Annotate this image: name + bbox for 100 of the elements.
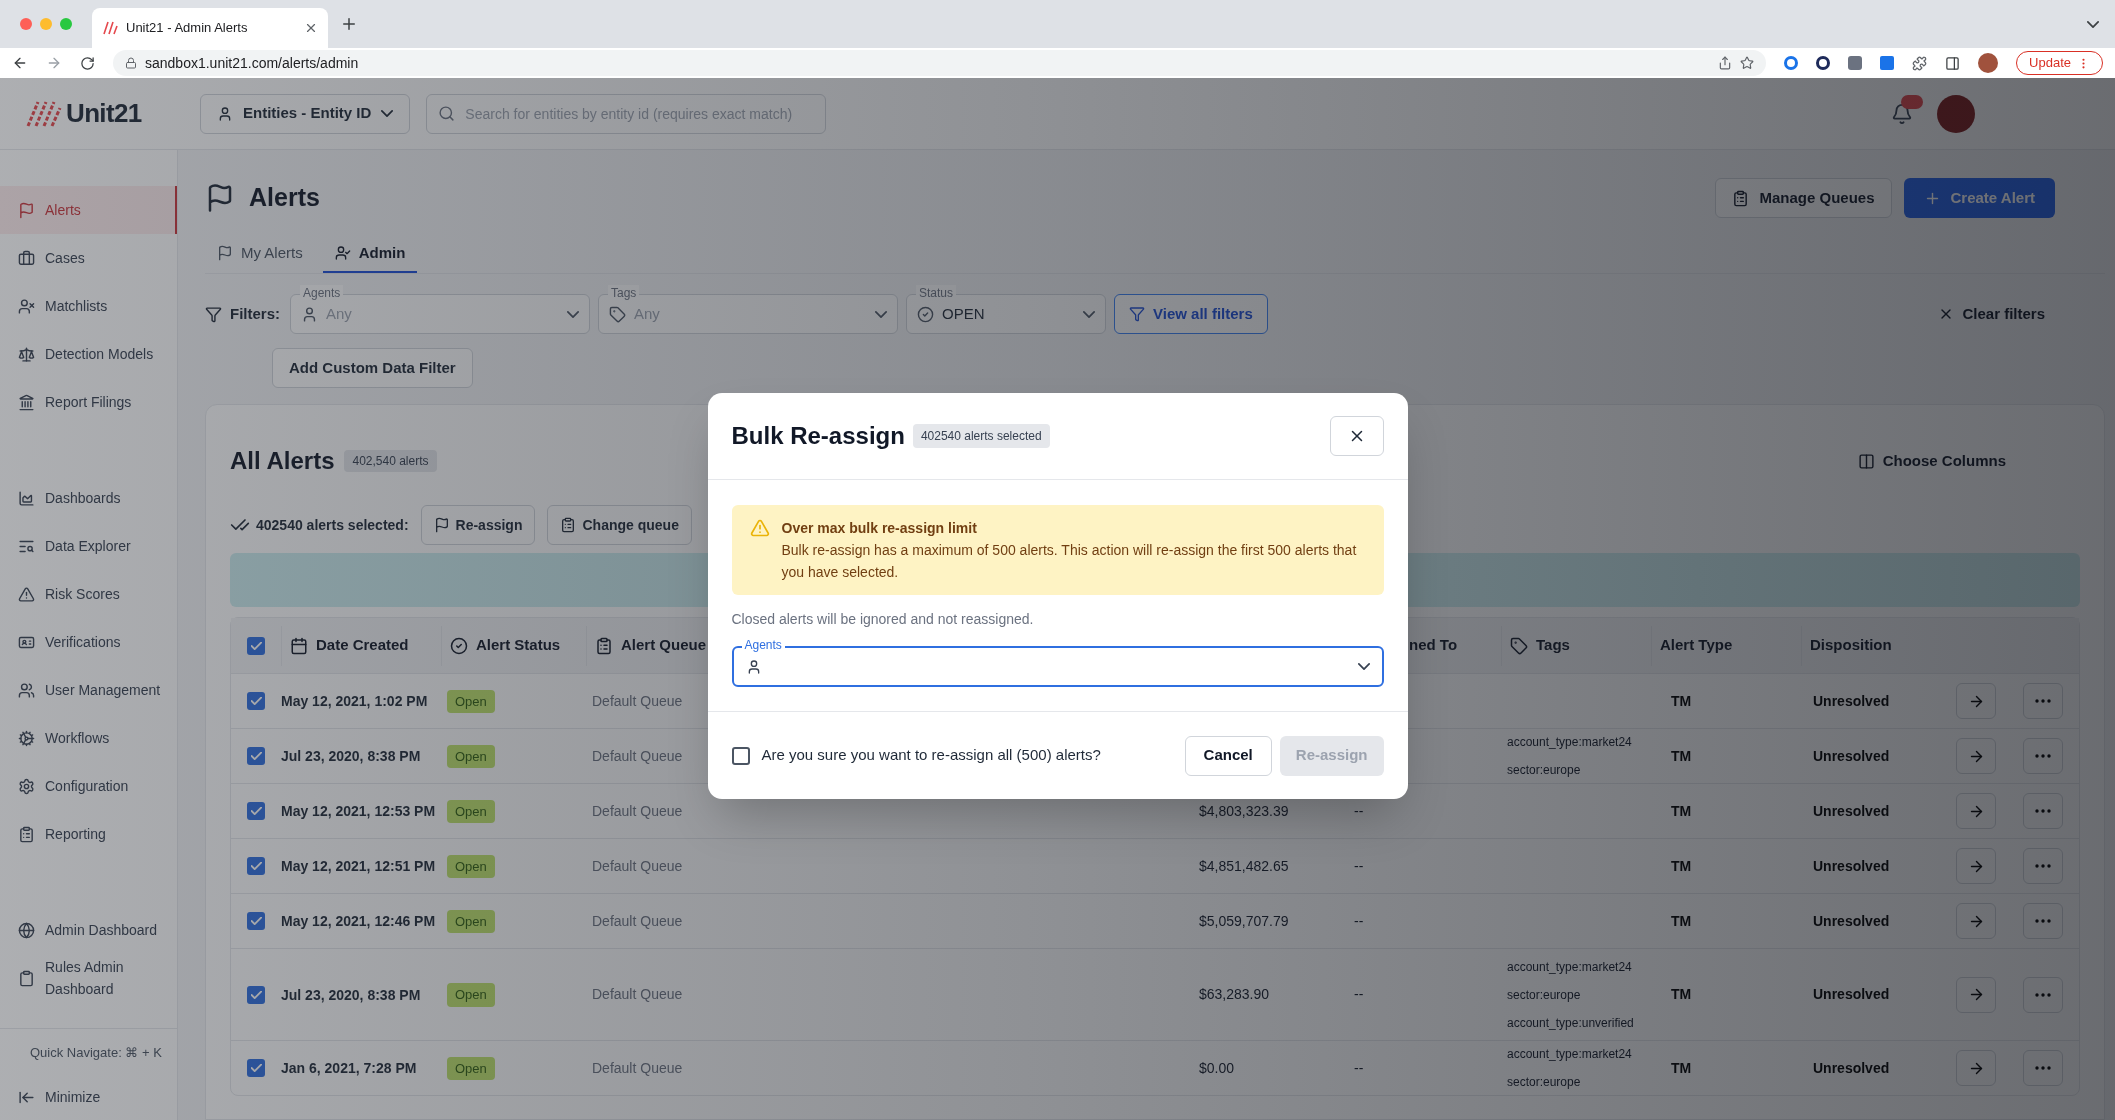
sidebar-item[interactable]: Verifications bbox=[0, 618, 177, 666]
entity-type-dropdown[interactable]: Entities - Entity ID bbox=[200, 93, 411, 134]
sidebar-item[interactable]: Admin Dashboard bbox=[0, 906, 177, 954]
sidebar-item[interactable]: Reporting bbox=[0, 810, 177, 858]
sidebar-item[interactable]: Report Filings bbox=[0, 378, 177, 426]
cancel-button[interactable]: Cancel bbox=[1184, 735, 1272, 776]
sidebar-item[interactable]: Matchlists bbox=[0, 282, 177, 330]
sidebar-item[interactable]: Risk Scores bbox=[0, 570, 177, 618]
column-header[interactable]: Alert Status bbox=[441, 625, 586, 666]
more-actions-button[interactable] bbox=[2023, 903, 2063, 939]
sidebar-item[interactable]: Workflows bbox=[0, 714, 177, 762]
share-icon[interactable] bbox=[1718, 56, 1733, 70]
reload-icon[interactable] bbox=[80, 55, 95, 71]
column-header[interactable]: Alert Type bbox=[1651, 625, 1801, 666]
open-alert-button[interactable] bbox=[1956, 903, 1996, 939]
field-label: Agents bbox=[741, 637, 785, 653]
address-bar[interactable]: sandbox1.unit21.com/alerts/admin bbox=[113, 50, 1767, 76]
tag: sector:europe bbox=[1507, 761, 1651, 779]
open-alert-button[interactable] bbox=[1956, 738, 1996, 774]
profile-avatar[interactable] bbox=[1978, 53, 1999, 73]
notification-badge bbox=[1901, 94, 1923, 109]
open-alert-button[interactable] bbox=[1956, 848, 1996, 884]
calendar-icon bbox=[290, 636, 308, 655]
table-cell-text: Unresolved bbox=[1812, 856, 1891, 876]
row-checkbox[interactable] bbox=[247, 857, 265, 875]
open-alert-button[interactable] bbox=[1956, 1050, 1996, 1086]
sidebar-item[interactable]: User Management bbox=[0, 666, 177, 714]
row-checkbox[interactable] bbox=[247, 692, 265, 710]
browser-tab[interactable]: Unit21 - Admin Alerts bbox=[92, 8, 328, 48]
table-cell-text: Unresolved bbox=[1812, 801, 1891, 821]
sidebar-item[interactable]: Cases bbox=[0, 234, 177, 282]
close-button[interactable] bbox=[1329, 416, 1384, 456]
alert-count-badge: 402,540 alerts bbox=[344, 450, 437, 472]
table-cell-text: $4,803,323.39 bbox=[1198, 801, 1290, 821]
extension-icon[interactable] bbox=[1816, 56, 1831, 70]
tag: account_type:unverified bbox=[1507, 1013, 1651, 1032]
choose-columns-button[interactable]: Choose Columns bbox=[1843, 441, 2020, 481]
tab[interactable]: My Alerts bbox=[205, 235, 315, 273]
row-checkbox[interactable] bbox=[247, 802, 265, 820]
chevron-down-icon bbox=[381, 110, 394, 117]
user-avatar[interactable] bbox=[1937, 94, 1975, 133]
tag: sector:europe bbox=[1507, 1073, 1651, 1091]
reassign-button[interactable]: Re-assign bbox=[420, 505, 536, 545]
globe-icon bbox=[18, 921, 35, 939]
more-actions-button[interactable] bbox=[2023, 1050, 2063, 1086]
more-actions-button[interactable] bbox=[2023, 738, 2063, 774]
tag: account_type:market24 bbox=[1507, 957, 1651, 976]
table-cell-text: $4,851,482.65 bbox=[1198, 856, 1290, 876]
more-actions-button[interactable] bbox=[2023, 848, 2063, 884]
forward-icon[interactable] bbox=[46, 55, 62, 71]
extensions-icon[interactable] bbox=[1912, 55, 1928, 71]
clear-filters-button[interactable]: Clear filters bbox=[1938, 302, 2045, 326]
tag: account_type:market24 bbox=[1507, 733, 1651, 751]
bookmark-star-icon[interactable] bbox=[1740, 56, 1755, 70]
more-actions-button[interactable] bbox=[2023, 793, 2063, 829]
view-all-filters-button[interactable]: View all filters bbox=[1114, 294, 1268, 334]
status-badge: Open bbox=[447, 799, 495, 824]
sidebar-item[interactable]: Dashboards bbox=[0, 474, 177, 522]
user-check-icon bbox=[334, 245, 351, 261]
sidebar-item[interactable]: Configuration bbox=[0, 762, 177, 810]
sidebar-item[interactable]: Alerts bbox=[0, 186, 177, 234]
more-actions-button[interactable] bbox=[2023, 683, 2063, 719]
tab[interactable]: Admin bbox=[322, 235, 418, 273]
close-icon[interactable] bbox=[304, 21, 318, 35]
row-checkbox[interactable] bbox=[247, 912, 265, 930]
open-alert-button[interactable] bbox=[1956, 793, 1996, 829]
more-actions-button[interactable] bbox=[2023, 976, 2063, 1013]
table-cell-text: TM bbox=[1670, 691, 1693, 711]
more-icon bbox=[2035, 809, 2051, 813]
user-icon bbox=[301, 305, 318, 323]
more-icon bbox=[2035, 992, 2051, 997]
table-cell-text: Unresolved bbox=[1812, 746, 1891, 766]
change-queue-button[interactable]: Change queue bbox=[547, 505, 692, 545]
row-checkbox[interactable] bbox=[247, 1059, 265, 1077]
back-icon[interactable] bbox=[12, 55, 28, 71]
open-alert-button[interactable] bbox=[1956, 976, 1996, 1013]
minimize-button[interactable]: Minimize bbox=[0, 1074, 177, 1120]
column-header[interactable]: Disposition bbox=[1801, 625, 1956, 666]
select-all-checkbox[interactable] bbox=[247, 636, 265, 655]
sidebar-item[interactable]: Rules Admin Dashboard bbox=[0, 954, 177, 1002]
table-cell-text: -- bbox=[1353, 985, 1365, 1004]
confirm-checkbox[interactable] bbox=[731, 746, 750, 765]
quick-navigate-hint: Quick Navigate: ⌘ + K bbox=[29, 1043, 163, 1062]
tag: account_type:market24 bbox=[1507, 1045, 1651, 1063]
sidebar-item[interactable]: Data Explorer bbox=[0, 522, 177, 570]
sidebar-item[interactable]: Detection Models bbox=[0, 330, 177, 378]
notification-bell-icon[interactable] bbox=[1891, 102, 1913, 125]
add-custom-data-filter-button[interactable]: Add Custom Data Filter bbox=[272, 348, 473, 388]
column-header[interactable]: Tags bbox=[1501, 625, 1651, 666]
side-panel-icon[interactable] bbox=[1945, 55, 1961, 71]
row-checkbox[interactable] bbox=[247, 747, 265, 765]
check-icon bbox=[250, 917, 262, 925]
new-tab-icon[interactable] bbox=[340, 15, 358, 33]
column-header[interactable]: Date Created bbox=[281, 625, 441, 666]
open-alert-button[interactable] bbox=[1956, 683, 1996, 719]
manage-queues-button[interactable]: Manage Queues bbox=[1715, 178, 1892, 218]
table-cell-text: Default Queue bbox=[591, 801, 683, 821]
settings-icon bbox=[18, 777, 35, 795]
user-icon bbox=[18, 297, 35, 315]
row-checkbox[interactable] bbox=[247, 985, 265, 1004]
